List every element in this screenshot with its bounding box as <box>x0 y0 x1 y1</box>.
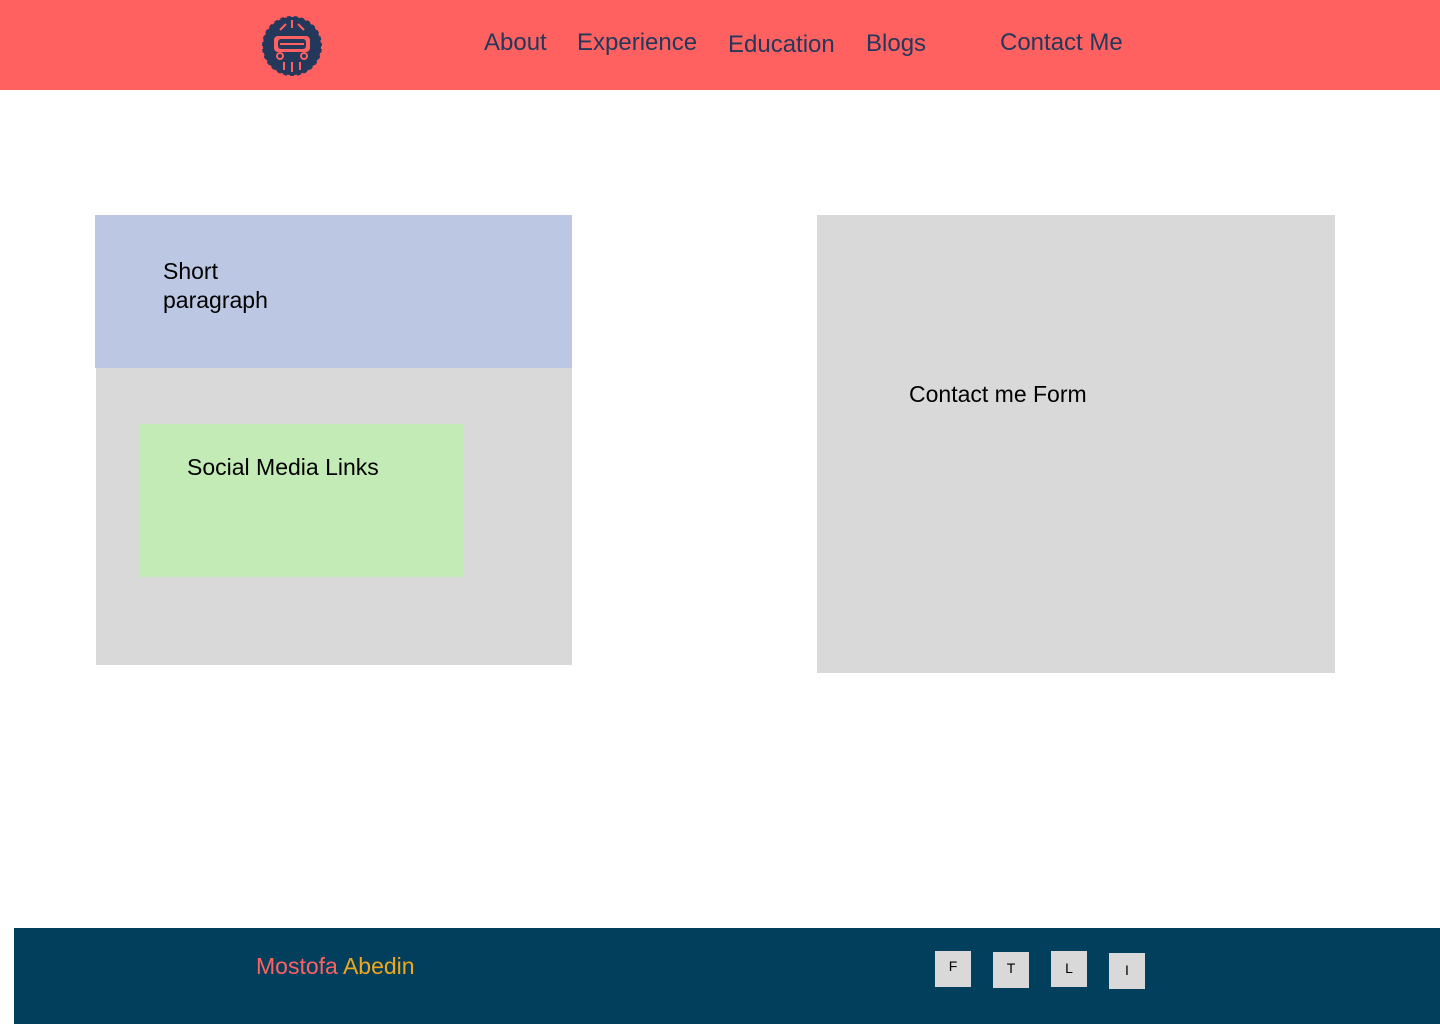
linkedin-button[interactable]: L <box>1051 951 1087 987</box>
nav-about[interactable]: About <box>484 29 547 57</box>
contact-form-label: Contact me Form <box>909 381 1087 407</box>
nav-blogs[interactable]: Blogs <box>866 30 926 58</box>
footer-name-last: Abedin <box>342 953 415 979</box>
short-paragraph-line2: paragraph <box>163 287 268 313</box>
social-media-links-label: Social Media Links <box>187 454 379 480</box>
footer-name: Mostofa Abedin <box>256 953 415 980</box>
nav-education[interactable]: Education <box>728 31 835 59</box>
instagram-label: I <box>1125 962 1129 978</box>
nav-contact-me[interactable]: Contact Me <box>1000 29 1123 57</box>
twitter-button[interactable]: T <box>993 952 1029 988</box>
footer-name-first: Mostofa <box>256 953 338 979</box>
footer <box>14 928 1440 1024</box>
social-media-links-box <box>140 424 463 577</box>
short-paragraph-line1: Short <box>163 258 218 284</box>
page: About Experience Education Blogs Contact… <box>0 0 1440 1024</box>
circuit-car-logo-icon[interactable] <box>258 12 326 80</box>
contact-form-panel[interactable] <box>817 215 1335 673</box>
facebook-label: F <box>948 958 958 974</box>
facebook-button[interactable]: F <box>935 951 971 987</box>
short-paragraph: Short paragraph <box>163 257 363 315</box>
header: About Experience Education Blogs Contact… <box>0 0 1440 90</box>
linkedin-label: L <box>1065 960 1073 976</box>
nav-experience[interactable]: Experience <box>577 29 697 57</box>
twitter-label: T <box>1006 960 1016 976</box>
instagram-button[interactable]: I <box>1109 953 1145 989</box>
